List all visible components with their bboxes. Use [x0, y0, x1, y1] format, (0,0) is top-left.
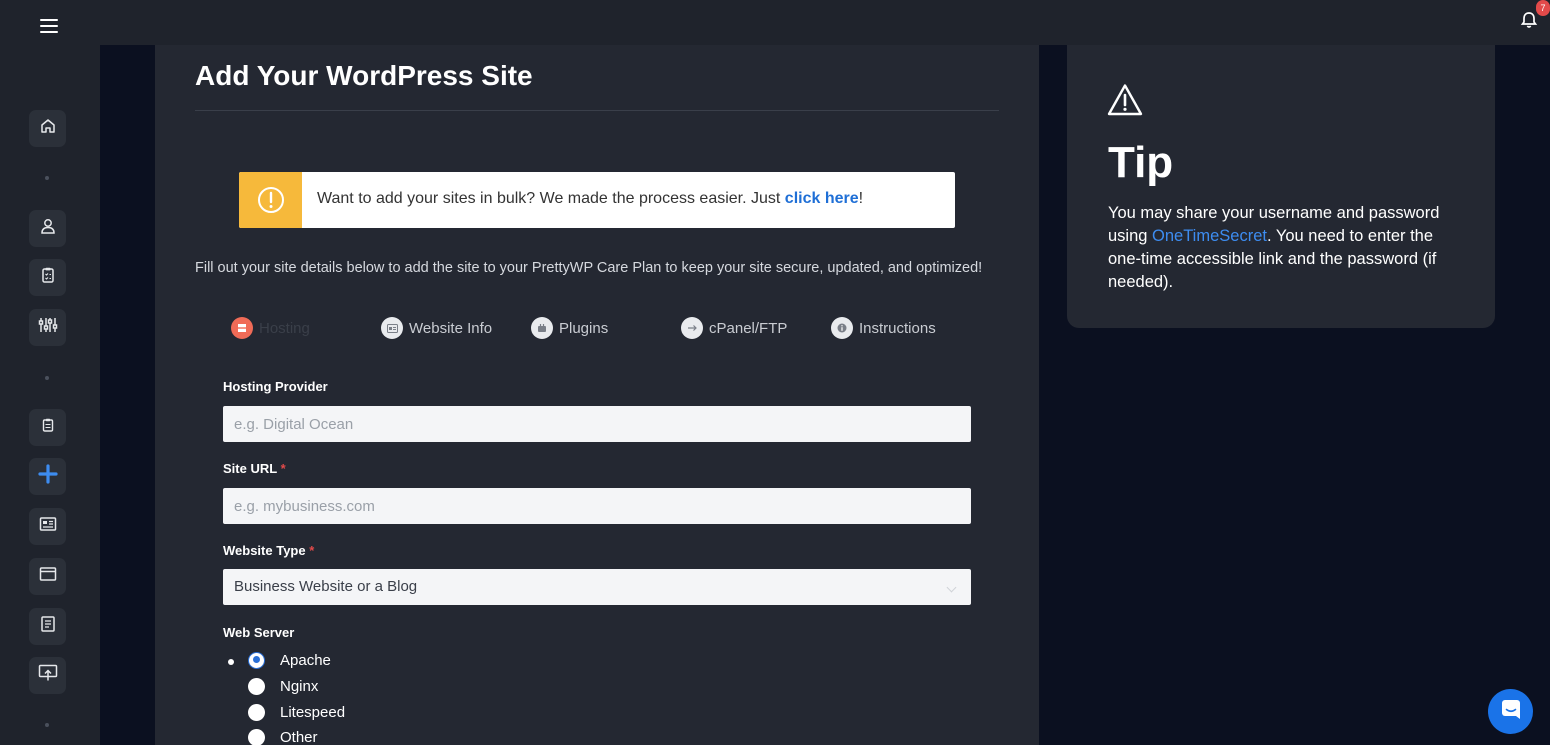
main-panel: Add Your WordPress Site Want to add your…	[155, 45, 1039, 745]
sidebar-item-add-site[interactable]	[29, 458, 66, 495]
list-bullet	[228, 659, 234, 665]
tab-website-info-label: Website Info	[409, 319, 493, 337]
sidebar-item-window[interactable]	[29, 558, 66, 595]
sidebar-separator	[45, 376, 49, 380]
page-title: Add Your WordPress Site	[195, 60, 533, 91]
tab-cpanel-ftp[interactable]: cPanel/FTP	[681, 317, 787, 339]
radio-button[interactable]	[248, 703, 265, 721]
sidebar-item-home[interactable]	[29, 110, 66, 147]
bell-icon[interactable]	[1519, 10, 1539, 30]
sidebar-item-deploy[interactable]	[29, 657, 66, 694]
sidebar-item-checklist[interactable]	[29, 409, 66, 446]
form-intro-text: Fill out your site details below to add …	[195, 260, 983, 276]
tab-hosting-label: Hosting	[259, 319, 310, 337]
upload-monitor-icon	[38, 664, 58, 687]
top-bar	[0, 0, 1550, 45]
newspaper-icon	[39, 516, 57, 537]
step-tabs: Hosting Website Info Plugins cPanel/FTP …	[231, 317, 991, 339]
web-server-label: Web Server	[223, 625, 295, 640]
sidebar-separator	[45, 723, 49, 727]
divider	[195, 110, 999, 111]
server-icon	[231, 317, 253, 339]
sidebar	[0, 55, 100, 745]
website-type-value: Business Website or a Blog	[234, 578, 418, 595]
site-url-label: Site URL *	[223, 461, 286, 476]
hosting-provider-label: Hosting Provider	[223, 379, 328, 394]
user-icon	[39, 217, 57, 240]
web-server-option-nginx[interactable]: Nginx	[248, 676, 318, 696]
tab-cpanel-ftp-label: cPanel/FTP	[709, 319, 788, 337]
onetimesecret-link[interactable]: OneTimeSecret	[1152, 227, 1267, 245]
tip-title: Tip	[1108, 138, 1174, 187]
web-server-option-other[interactable]: Other	[248, 727, 318, 745]
web-server-option-litespeed[interactable]: Litespeed	[248, 702, 345, 722]
clipboard-icon	[39, 266, 57, 289]
warning-triangle-icon	[1107, 83, 1143, 122]
notice-text: Want to add your sites in bulk? We made …	[317, 190, 864, 207]
chat-icon	[1500, 698, 1522, 725]
tab-instructions[interactable]: Instructions	[831, 317, 936, 339]
arrow-right-icon	[681, 317, 703, 339]
chevron-down-icon	[946, 582, 957, 593]
tip-panel: Tip You may share your username and pass…	[1067, 45, 1495, 328]
plugin-icon	[531, 317, 553, 339]
website-type-label: Website Type *	[223, 543, 315, 558]
site-url-input[interactable]	[223, 488, 971, 524]
sliders-icon	[38, 316, 58, 339]
home-icon	[39, 117, 57, 140]
tab-website-info[interactable]: Website Info	[381, 317, 492, 339]
radio-button[interactable]	[248, 677, 265, 695]
chat-button[interactable]	[1488, 689, 1533, 734]
web-server-option-apache[interactable]: Apache	[248, 650, 331, 670]
tab-plugins[interactable]: Plugins	[531, 317, 608, 339]
sidebar-item-document[interactable]	[29, 608, 66, 645]
document-icon	[40, 615, 56, 638]
sidebar-item-sliders[interactable]	[29, 309, 66, 346]
bulk-click-here-link[interactable]: click here	[785, 190, 859, 207]
sidebar-item-clipboard[interactable]	[29, 259, 66, 296]
radio-button[interactable]	[248, 728, 265, 745]
hosting-provider-input[interactable]	[223, 406, 971, 442]
browser-window-icon	[39, 566, 57, 587]
clipboard-small-icon	[40, 417, 56, 438]
website-type-select[interactable]: Business Website or a Blog	[223, 569, 971, 605]
id-card-icon	[381, 317, 403, 339]
top-bar-left	[0, 0, 100, 55]
exclamation-circle-icon	[239, 172, 302, 228]
sidebar-separator	[45, 176, 49, 180]
bulk-notice: Want to add your sites in bulk? We made …	[239, 172, 955, 228]
info-icon	[831, 317, 853, 339]
plus-icon	[37, 464, 58, 489]
notification-badge: 7	[1536, 0, 1550, 16]
tip-text: You may share your username and password…	[1108, 204, 1440, 291]
tab-hosting[interactable]: Hosting	[231, 317, 310, 339]
radio-button-checked[interactable]	[248, 651, 265, 669]
sidebar-item-user[interactable]	[29, 210, 66, 247]
tab-plugins-label: Plugins	[559, 319, 609, 337]
hamburger-icon[interactable]	[40, 19, 58, 33]
sidebar-item-news[interactable]	[29, 508, 66, 545]
tab-instructions-label: Instructions	[859, 319, 936, 337]
